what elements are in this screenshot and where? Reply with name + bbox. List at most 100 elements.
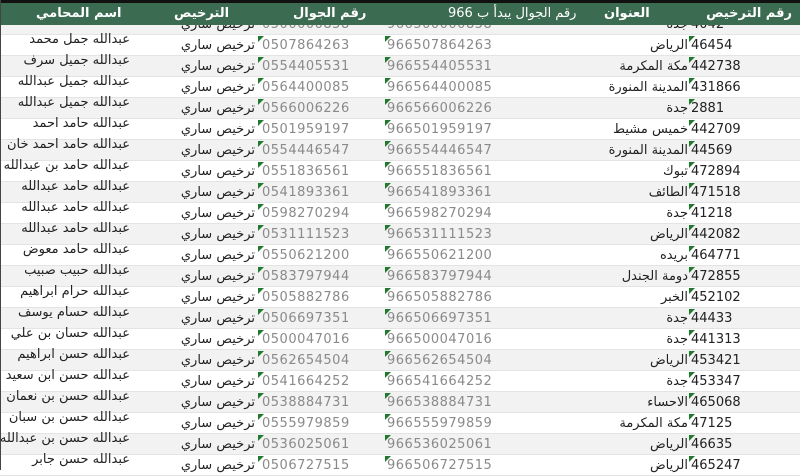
- license-number-cell[interactable]: 453421: [691, 350, 741, 371]
- mobile-966-cell[interactable]: 966583797944: [387, 266, 492, 287]
- license-status-cell[interactable]: ترخيص ساري: [181, 203, 255, 224]
- license-number-cell[interactable]: 464771: [691, 245, 741, 266]
- license-number-cell[interactable]: 46635: [691, 434, 732, 455]
- city-cell[interactable]: الرياض: [650, 35, 688, 56]
- city-cell[interactable]: الخبر: [661, 287, 688, 308]
- header-lawyer-name[interactable]: اسم المحامي: [36, 3, 121, 25]
- mobile-966-cell[interactable]: 966500047016: [387, 329, 492, 350]
- lawyer-name-cell[interactable]: عبدالله حسن بن عبدالله: [0, 428, 130, 449]
- license-status-cell[interactable]: ترخيص ساري: [181, 392, 255, 413]
- city-cell[interactable]: الرياض: [650, 434, 688, 455]
- city-cell[interactable]: مكة المكرمة: [619, 56, 688, 77]
- mobile-cell[interactable]: 0564400085: [262, 77, 350, 98]
- license-status-cell[interactable]: ترخيص ساري: [181, 371, 255, 392]
- mobile-cell[interactable]: 0541664252: [262, 371, 350, 392]
- mobile-966-cell[interactable]: 966598270294: [387, 203, 492, 224]
- mobile-cell[interactable]: 0566006226: [262, 98, 350, 119]
- city-cell[interactable]: تبوك: [663, 161, 688, 182]
- lawyer-name-cell[interactable]: عبدالله حامد بن عبدالله: [4, 155, 130, 176]
- city-cell[interactable]: جدة: [666, 98, 688, 119]
- lawyer-name-cell[interactable]: عبدالله حسن ابن سعيد: [6, 365, 130, 386]
- mobile-966-cell[interactable]: 966506697351: [387, 308, 492, 329]
- mobile-cell[interactable]: 0551836561: [262, 161, 350, 182]
- city-cell[interactable]: الرياض: [650, 350, 688, 371]
- city-cell[interactable]: مكة المكرمة: [619, 413, 688, 434]
- lawyer-name-cell[interactable]: عبدالله حسن ابراهيم: [17, 344, 130, 365]
- mobile-966-cell[interactable]: 966562654504: [387, 350, 492, 371]
- license-number-cell[interactable]: 465068: [691, 392, 741, 413]
- license-number-cell[interactable]: 472894: [691, 161, 741, 182]
- mobile-cell[interactable]: 0538884731: [262, 392, 350, 413]
- mobile-cell[interactable]: 0541893361: [262, 182, 350, 203]
- city-cell[interactable]: المدينة المنورة: [609, 140, 688, 161]
- lawyer-name-cell[interactable]: عبدالله حامد احمد خان: [7, 134, 130, 155]
- lawyer-name-cell[interactable]: عبدالله جميل سرف: [24, 50, 130, 71]
- lawyer-name-cell[interactable]: عبدالله جمل محمد: [29, 29, 130, 50]
- mobile-cell[interactable]: 0562654504: [262, 350, 350, 371]
- mobile-966-cell[interactable]: 966550621200: [387, 245, 492, 266]
- license-status-cell[interactable]: ترخيص ساري: [181, 140, 255, 161]
- city-cell[interactable]: بريده: [660, 245, 688, 266]
- license-number-cell[interactable]: 472855: [691, 266, 741, 287]
- lawyer-name-cell[interactable]: عبدالله حامد عبدالله: [21, 197, 130, 218]
- mobile-966-cell[interactable]: 966531111523: [387, 224, 492, 245]
- license-status-cell[interactable]: ترخيص ساري: [181, 413, 255, 434]
- mobile-cell[interactable]: 0554446547: [262, 140, 350, 161]
- mobile-cell[interactable]: 0554405531: [262, 56, 350, 77]
- mobile-cell[interactable]: 0583797944: [262, 266, 350, 287]
- mobile-cell[interactable]: 0505882786: [262, 287, 350, 308]
- lawyer-name-cell[interactable]: عبدالله حرام ابراهيم: [20, 281, 130, 302]
- license-number-cell[interactable]: 44433: [691, 308, 732, 329]
- lawyer-name-cell[interactable]: عبدالله حسام يوسف: [18, 302, 130, 323]
- license-number-cell[interactable]: 46454: [691, 35, 732, 56]
- mobile-cell[interactable]: 0550621200: [262, 245, 350, 266]
- license-number-cell[interactable]: 44569: [691, 140, 732, 161]
- city-cell[interactable]: خميس مشيط: [613, 119, 688, 140]
- mobile-966-cell[interactable]: 966566006226: [387, 98, 492, 119]
- lawyer-name-cell[interactable]: عبدالله حسان بن علي: [11, 323, 130, 344]
- lawyer-name-cell[interactable]: عبدالله حامد احمد: [33, 113, 130, 134]
- mobile-cell[interactable]: 0500047016: [262, 329, 350, 350]
- mobile-966-cell[interactable]: 966506727515: [387, 455, 492, 476]
- city-cell[interactable]: الاحساء: [647, 392, 688, 413]
- lawyer-name-cell[interactable]: عبدالله حامد عبدالله: [21, 218, 130, 239]
- city-cell[interactable]: المدينة المنورة: [609, 77, 688, 98]
- license-status-cell[interactable]: ترخيص ساري: [181, 182, 255, 203]
- city-cell[interactable]: دومة الجندل: [622, 266, 688, 287]
- license-number-cell[interactable]: 453347: [691, 371, 741, 392]
- license-status-cell[interactable]: ترخيص ساري: [181, 77, 255, 98]
- mobile-966-cell[interactable]: 966555979859: [387, 413, 492, 434]
- mobile-966-cell[interactable]: 966536025061: [387, 434, 492, 455]
- license-number-cell[interactable]: 47125: [691, 413, 732, 434]
- mobile-966-cell[interactable]: 966541664252: [387, 371, 492, 392]
- city-cell[interactable]: جدة: [666, 203, 688, 224]
- license-number-cell[interactable]: 442082: [691, 224, 741, 245]
- license-status-cell[interactable]: ترخيص ساري: [181, 161, 255, 182]
- header-address[interactable]: العنوان: [604, 3, 650, 25]
- mobile-966-cell[interactable]: 966505882786: [387, 287, 492, 308]
- license-status-cell[interactable]: ترخيص ساري: [181, 308, 255, 329]
- license-status-cell[interactable]: ترخيص ساري: [181, 245, 255, 266]
- license-status-cell[interactable]: ترخيص ساري: [181, 329, 255, 350]
- city-cell[interactable]: جدة: [666, 371, 688, 392]
- mobile-cell[interactable]: 0531111523: [262, 224, 350, 245]
- license-number-cell[interactable]: 431866: [691, 77, 741, 98]
- mobile-966-cell[interactable]: 966507864263: [387, 35, 492, 56]
- lawyer-name-cell[interactable]: عبدالله جميل عبدالله: [18, 71, 130, 92]
- header-license-number[interactable]: رقم الترخيص: [706, 3, 792, 25]
- mobile-966-cell[interactable]: 966554446547: [387, 140, 492, 161]
- mobile-cell[interactable]: 0555979859: [262, 413, 350, 434]
- lawyer-name-cell[interactable]: عبدالله جميل عبدالله: [18, 92, 130, 113]
- license-number-cell[interactable]: 471518: [691, 182, 741, 203]
- license-number-cell[interactable]: 441313: [691, 329, 741, 350]
- lawyer-name-cell[interactable]: عبدالله حسن بن نعمان: [6, 386, 130, 407]
- header-mobile-966[interactable]: رقم الجوال يبدأ ب 966: [448, 3, 576, 25]
- city-cell[interactable]: الرياض: [650, 224, 688, 245]
- license-status-cell[interactable]: ترخيص ساري: [181, 35, 255, 56]
- license-status-cell[interactable]: ترخيص ساري: [181, 119, 255, 140]
- license-number-cell[interactable]: 442709: [691, 119, 741, 140]
- mobile-966-cell[interactable]: 966551836561: [387, 161, 492, 182]
- license-status-cell[interactable]: ترخيص ساري: [181, 98, 255, 119]
- mobile-cell[interactable]: 0506727515: [262, 455, 350, 476]
- city-cell[interactable]: جدة: [666, 308, 688, 329]
